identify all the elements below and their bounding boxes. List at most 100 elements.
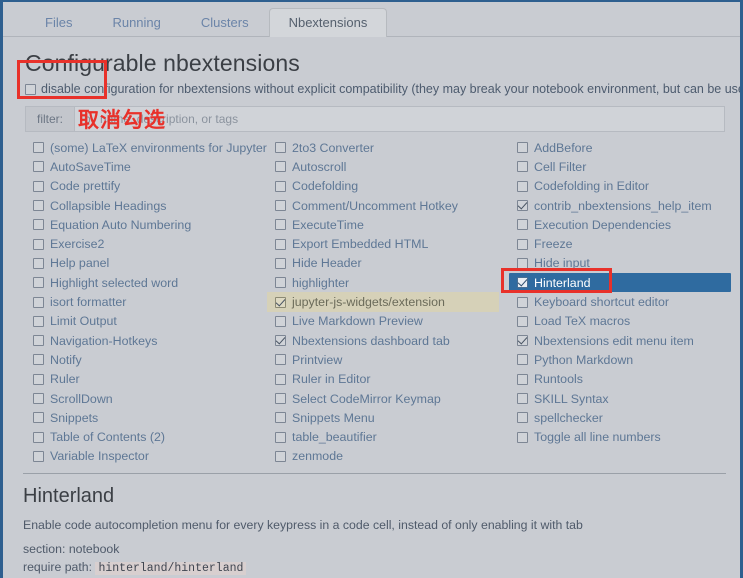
extension-checkbox[interactable] — [517, 373, 528, 385]
extension-checkbox[interactable] — [275, 277, 286, 289]
extension-item[interactable]: Keyboard shortcut editor — [509, 292, 740, 311]
extension-checkbox[interactable] — [517, 315, 528, 327]
extension-item[interactable]: isort formatter — [25, 292, 265, 311]
extension-checkbox[interactable] — [33, 450, 44, 462]
extension-checkbox[interactable] — [275, 431, 286, 443]
extension-checkbox[interactable] — [275, 412, 286, 424]
extension-item[interactable]: Hide input — [509, 254, 740, 273]
extension-item[interactable]: Table of Contents (2) — [25, 427, 265, 446]
filter-input[interactable] — [75, 107, 724, 131]
extension-item[interactable]: Codefolding — [267, 177, 507, 196]
extension-item[interactable]: Autoscroll — [267, 157, 507, 176]
extension-checkbox[interactable] — [275, 373, 286, 385]
extension-checkbox[interactable] — [517, 296, 528, 308]
extension-checkbox[interactable] — [33, 373, 44, 385]
extension-checkbox[interactable] — [275, 257, 286, 269]
extension-checkbox[interactable] — [275, 450, 286, 462]
extension-item[interactable]: (some) LaTeX environments for Jupyter — [25, 138, 267, 157]
extension-item[interactable]: contrib_nbextensions_help_item — [509, 196, 740, 215]
extension-checkbox[interactable] — [275, 238, 286, 250]
tab-clusters[interactable]: Clusters — [181, 8, 269, 37]
extension-item[interactable]: Execution Dependencies — [509, 215, 740, 234]
extension-checkbox[interactable] — [33, 296, 44, 308]
extension-item[interactable]: Nbextensions dashboard tab — [267, 331, 507, 350]
extension-checkbox[interactable] — [275, 315, 286, 327]
extension-checkbox[interactable] — [33, 238, 44, 250]
extension-item[interactable]: Nbextensions edit menu item — [509, 331, 740, 350]
extension-item[interactable]: Runtools — [509, 370, 740, 389]
extension-checkbox[interactable] — [517, 180, 528, 192]
extension-item[interactable]: Variable Inspector — [25, 447, 265, 466]
extension-checkbox[interactable] — [33, 315, 44, 327]
extension-item[interactable]: Codefolding in Editor — [509, 177, 740, 196]
extension-item[interactable]: Toggle all line numbers — [509, 427, 740, 446]
extension-item[interactable]: Ruler — [25, 370, 265, 389]
extension-checkbox[interactable] — [33, 180, 44, 192]
extension-item[interactable]: Snippets — [25, 408, 265, 427]
extension-checkbox[interactable] — [517, 257, 528, 269]
extension-checkbox[interactable] — [275, 219, 286, 231]
extension-checkbox[interactable] — [517, 219, 528, 231]
extension-item[interactable]: Load TeX macros — [509, 312, 740, 331]
extension-checkbox[interactable] — [33, 257, 44, 269]
extension-checkbox[interactable] — [275, 296, 286, 308]
extension-checkbox[interactable] — [275, 393, 286, 404]
extension-item[interactable]: Code prettify — [25, 177, 265, 196]
extension-item[interactable]: Snippets Menu — [267, 408, 507, 427]
extension-checkbox[interactable] — [275, 354, 286, 366]
extension-item[interactable]: Notify — [25, 350, 265, 369]
extension-checkbox[interactable] — [275, 142, 286, 154]
extension-item[interactable]: Cell Filter — [509, 157, 740, 176]
extension-item[interactable]: Limit Output — [25, 312, 265, 331]
extension-checkbox[interactable] — [33, 412, 44, 424]
tab-running[interactable]: Running — [92, 8, 180, 37]
extension-item[interactable]: Comment/Uncomment Hotkey — [267, 196, 507, 215]
extension-checkbox[interactable] — [275, 161, 286, 173]
extension-item[interactable]: Printview — [267, 350, 507, 369]
extension-item[interactable]: table_beautifier — [267, 427, 507, 446]
extension-checkbox[interactable] — [517, 142, 528, 154]
extension-item[interactable]: Collapsible Headings — [25, 196, 265, 215]
extension-checkbox[interactable] — [275, 335, 286, 347]
extension-item[interactable]: Hide Header — [267, 254, 507, 273]
extension-item[interactable]: Select CodeMirror Keymap — [267, 389, 507, 408]
extension-checkbox[interactable] — [517, 431, 528, 443]
extension-checkbox[interactable] — [517, 335, 528, 347]
extension-item[interactable]: jupyter-js-widgets/extension — [267, 292, 499, 312]
extension-checkbox[interactable] — [33, 219, 44, 231]
extension-item[interactable]: ScrollDown — [25, 389, 265, 408]
tab-nbextensions[interactable]: Nbextensions — [268, 8, 388, 37]
extension-checkbox[interactable] — [517, 161, 528, 173]
filter-bar[interactable]: filter: — [25, 106, 725, 132]
disable-config-row[interactable]: disable configuration for nbextensions w… — [25, 82, 740, 96]
extension-item[interactable]: 2to3 Converter — [267, 138, 507, 157]
extension-checkbox[interactable] — [33, 200, 44, 212]
extension-checkbox[interactable] — [275, 200, 286, 212]
extension-item[interactable]: Freeze — [509, 234, 740, 253]
extension-item[interactable]: ExecuteTime — [267, 215, 507, 234]
extension-checkbox[interactable] — [33, 335, 44, 347]
extension-item[interactable]: Exercise2 — [25, 234, 265, 253]
extension-item[interactable]: Export Embedded HTML — [267, 234, 507, 253]
extension-item[interactable]: SKILL Syntax — [509, 389, 740, 408]
extension-checkbox[interactable] — [33, 277, 44, 289]
disable-config-checkbox[interactable] — [25, 83, 36, 95]
extension-checkbox[interactable] — [275, 180, 286, 192]
extension-item[interactable]: Highlight selected word — [25, 273, 265, 292]
extension-checkbox[interactable] — [33, 142, 44, 154]
tab-files[interactable]: Files — [25, 8, 92, 37]
extension-checkbox[interactable] — [33, 354, 44, 366]
extension-item[interactable]: Navigation-Hotkeys — [25, 331, 265, 350]
extension-checkbox[interactable] — [517, 393, 528, 404]
extension-checkbox[interactable] — [33, 161, 44, 173]
extension-item[interactable]: Live Markdown Preview — [267, 312, 507, 331]
extension-item[interactable]: zenmode — [267, 447, 507, 466]
extension-checkbox[interactable] — [517, 277, 528, 289]
extension-item[interactable]: Hinterland — [509, 273, 731, 293]
extension-item[interactable]: spellchecker — [509, 408, 740, 427]
extension-checkbox[interactable] — [33, 431, 44, 443]
extension-item[interactable]: highlighter — [267, 273, 507, 292]
extension-item[interactable]: AddBefore — [509, 138, 740, 157]
extension-checkbox[interactable] — [517, 354, 528, 366]
extension-checkbox[interactable] — [33, 393, 44, 404]
